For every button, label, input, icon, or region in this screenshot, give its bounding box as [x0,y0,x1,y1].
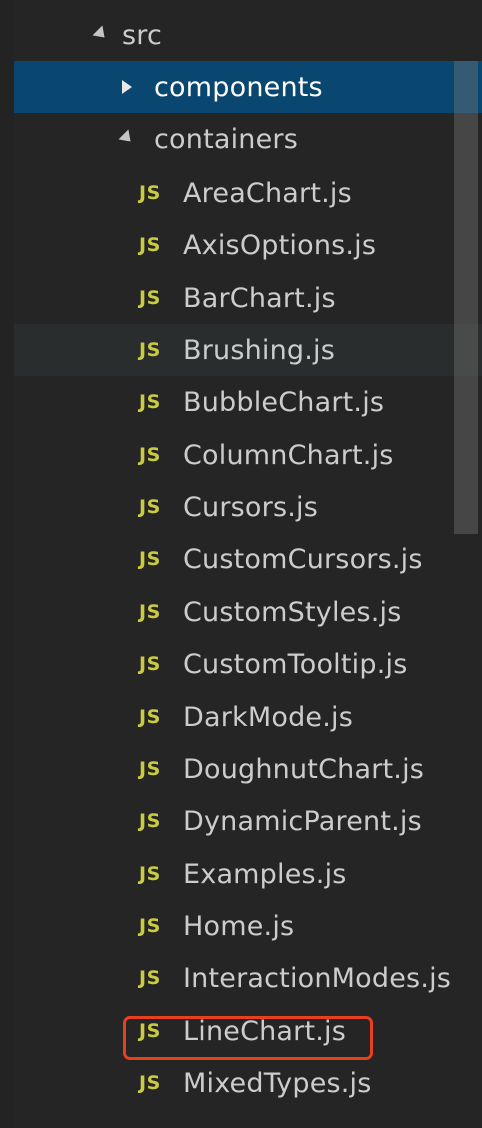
tree-file-item[interactable]: JS DoughnutChart.js [14,743,482,795]
javascript-file-icon: JS [139,706,161,728]
tree-file-item[interactable]: JS AreaChart.js [14,167,482,219]
tree-file-item[interactable]: JS Home.js [14,900,482,952]
tree-folder-components[interactable]: components [14,61,482,113]
folder-label-containers: containers [154,123,299,155]
file-label: Home.js [183,910,295,942]
javascript-file-icon: JS [139,915,161,937]
tree-folder-containers[interactable]: containers [14,113,482,165]
highlight-annotation-box [123,1016,373,1060]
javascript-file-icon: JS [139,496,161,518]
file-label: Examples.js [183,858,347,890]
tree-file-item[interactable]: JS DarkMode.js [14,691,482,743]
file-label: DynamicParent.js [183,805,422,837]
file-label: AxisOptions.js [183,229,377,261]
chevron-down-icon[interactable] [92,25,110,44]
file-label: MixedTypes.js [183,1067,372,1099]
chevron-down-icon[interactable] [118,129,136,148]
javascript-file-icon: JS [139,287,161,309]
javascript-file-icon: JS [139,182,161,204]
file-label: CustomStyles.js [183,596,402,628]
tree-file-item[interactable]: JS ColumnChart.js [14,429,482,481]
javascript-file-icon: JS [139,391,161,413]
javascript-file-icon: JS [139,339,161,361]
vertical-scrollbar-thumb[interactable] [454,61,478,534]
tree-file-item[interactable]: JS Brushing.js [14,324,482,376]
tree-file-item[interactable]: JS MixedTypes.js [14,1057,482,1109]
javascript-file-icon: JS [139,653,161,675]
file-label: DarkMode.js [183,701,353,733]
file-label: DoughnutChart.js [183,753,425,785]
javascript-file-icon: JS [139,234,161,256]
tree-file-item[interactable]: JS CustomTooltip.js [14,638,482,690]
tree-file-item[interactable]: JS CustomStyles.js [14,586,482,638]
javascript-file-icon: JS [139,601,161,623]
javascript-file-icon: JS [139,548,161,570]
file-label: Cursors.js [183,491,318,523]
tree-folder-src[interactable]: src [14,9,482,61]
tree-file-item[interactable]: JS CustomCursors.js [14,533,482,585]
javascript-file-icon: JS [139,863,161,885]
file-label: AreaChart.js [183,177,352,209]
javascript-file-icon: JS [139,1072,161,1094]
javascript-file-icon: JS [139,810,161,832]
folder-label-components: components [154,71,323,103]
tree-indent-gutter [0,0,14,1128]
tree-file-item[interactable]: JS Examples.js [14,848,482,900]
file-label: BarChart.js [183,282,336,314]
file-explorer: src components containers JS AreaChart.js… [0,0,482,1128]
tree-file-item[interactable]: JS BarChart.js [14,272,482,324]
tree-file-item[interactable]: JS DynamicParent.js [14,795,482,847]
javascript-file-icon: JS [139,967,161,989]
tree-file-item[interactable]: JS AxisOptions.js [14,219,482,271]
file-label: CustomTooltip.js [183,648,408,680]
tree-file-item[interactable]: JS Cursors.js [14,481,482,533]
file-label: Brushing.js [183,334,336,366]
file-label: CustomCursors.js [183,543,423,575]
file-label: ColumnChart.js [183,439,394,471]
javascript-file-icon: JS [139,758,161,780]
file-label: BubbleChart.js [183,386,385,418]
javascript-file-icon: JS [139,444,161,466]
folder-label-src: src [122,19,163,51]
tree-file-item[interactable]: JS BubbleChart.js [14,376,482,428]
tree-file-item[interactable]: JS InteractionModes.js [14,952,482,1004]
file-label: InteractionModes.js [183,962,452,994]
chevron-right-icon[interactable] [118,78,136,96]
